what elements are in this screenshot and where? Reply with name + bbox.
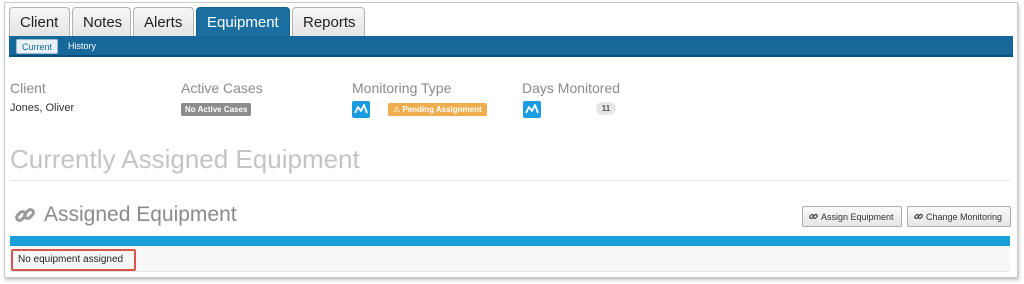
link-icon	[809, 213, 818, 220]
change-monitoring-label: Change Monitoring	[926, 211, 1003, 222]
sub-nav-bar: Current History	[9, 36, 1013, 57]
tab-alerts[interactable]: Alerts	[133, 7, 194, 36]
section-title: Assigned Equipment	[44, 203, 237, 226]
monitor-chart-icon	[352, 101, 370, 118]
assign-equipment-label: Assign Equipment	[821, 211, 894, 222]
active-cases-badge: No Active Cases	[181, 103, 252, 116]
change-monitoring-button[interactable]: Change Monitoring	[907, 206, 1011, 227]
subtab-current[interactable]: Current	[16, 39, 59, 54]
client-label: Client	[10, 80, 46, 96]
monitor-chart-icon	[523, 101, 541, 118]
table-header	[10, 236, 1010, 246]
tab-equipment[interactable]: Equipment	[196, 7, 290, 36]
empty-message: No equipment assigned	[11, 249, 136, 271]
days-monitored-label: Days Monitored	[522, 80, 621, 96]
main-tabs: Client Notes Alerts Equipment Reports	[9, 7, 365, 36]
tab-reports[interactable]: Reports	[292, 7, 365, 36]
subtab-history[interactable]: History	[63, 39, 101, 54]
divider	[10, 180, 1010, 181]
section-header: Assigned Equipment	[14, 203, 237, 227]
monitoring-type-label: Monitoring Type	[352, 80, 452, 96]
active-cases-label: Active Cases	[181, 80, 263, 96]
tab-notes[interactable]: Notes	[72, 7, 131, 36]
table-body	[10, 246, 1010, 272]
client-name: Jones, Oliver	[10, 102, 75, 114]
pending-assignment-badge: ⚠ Pending Assignment	[388, 103, 487, 116]
link-icon	[15, 208, 35, 222]
tab-client[interactable]: Client	[9, 7, 70, 36]
link-icon	[914, 213, 923, 220]
days-monitored-count: 11	[596, 102, 616, 115]
page-title: Currently Assigned Equipment	[10, 144, 360, 174]
assign-equipment-button[interactable]: Assign Equipment	[802, 206, 902, 227]
